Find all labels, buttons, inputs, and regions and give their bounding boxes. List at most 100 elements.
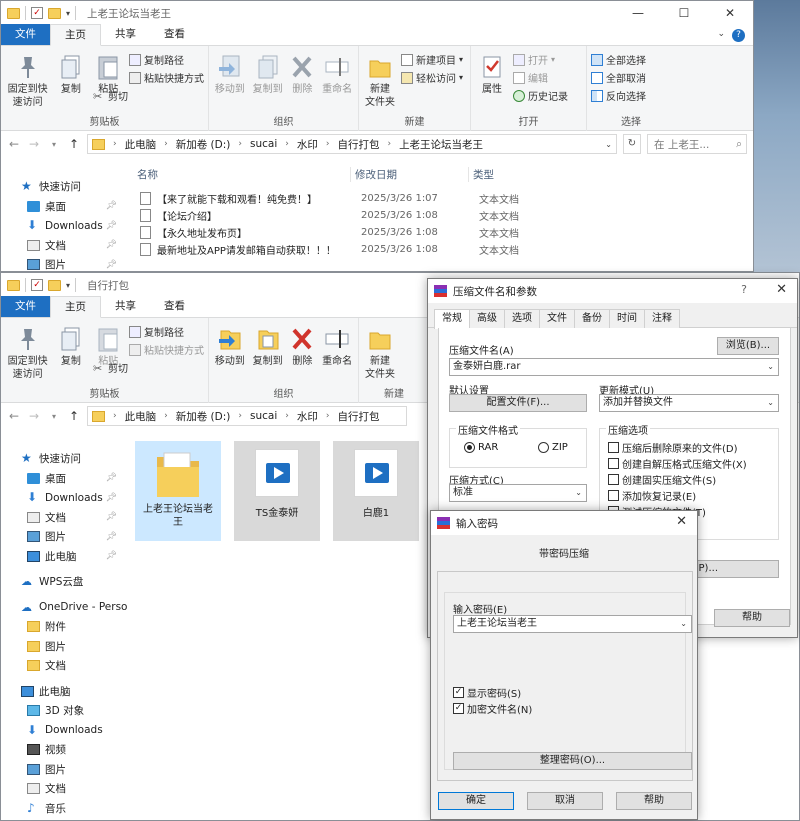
tab-general[interactable]: 常规 xyxy=(434,309,470,329)
column-type[interactable]: 类型 xyxy=(468,166,494,182)
nav-item-videos[interactable]: 视频 xyxy=(1,740,123,760)
minimize-icon[interactable]: — xyxy=(615,1,661,25)
refresh-icon[interactable]: ↻ xyxy=(623,134,641,154)
nav-item-documents[interactable]: 文档 📌︎ xyxy=(1,508,123,528)
tab-share[interactable]: 共享 xyxy=(101,296,150,317)
properties-icon[interactable]: ✓ xyxy=(31,7,43,19)
nav-item-pictures[interactable]: 图片 📌︎ xyxy=(1,527,123,547)
option-checkbox[interactable]: 压缩后删除原来的文件(D) xyxy=(608,440,738,455)
close-icon[interactable]: ✕ xyxy=(676,514,687,529)
history-button[interactable]: 历史记录 xyxy=(513,88,568,103)
new-folder-icon[interactable] xyxy=(48,7,61,19)
show-password-checkbox[interactable]: ✓ 显示密码(S) xyxy=(453,685,521,700)
nav-item-downloads-pc[interactable]: ⬇ Downloads xyxy=(1,721,123,741)
update-mode-select[interactable]: 添加并替换文件 ⌄ xyxy=(599,394,779,412)
address-bar[interactable]: › 此电脑 › 新加卷 (D:) › sucai › 水印 › 自行打包 xyxy=(87,406,407,426)
forward-icon[interactable]: → xyxy=(27,137,41,151)
nav-item-quick-access[interactable]: ★ 快速访问 xyxy=(1,177,123,197)
cancel-button[interactable]: 取消 xyxy=(527,792,603,810)
breadcrumb-item[interactable]: 新加卷 (D:) xyxy=(176,409,231,424)
select-all-button[interactable]: 全部选择 xyxy=(591,52,646,67)
file-row[interactable]: 【论坛介绍】 2025/3/26 1:08 文本文档 xyxy=(140,207,519,224)
method-select[interactable]: 标准 ⌄ xyxy=(449,484,587,502)
recent-dropdown-icon[interactable]: ▾ xyxy=(47,140,61,149)
column-date[interactable]: 修改日期 xyxy=(350,166,468,182)
file-row[interactable]: 【永久地址发布页】 2025/3/26 1:08 文本文档 xyxy=(140,224,519,241)
tab-file[interactable]: 文件 xyxy=(1,296,50,317)
new-item-button[interactable]: 新建项目 ▾ xyxy=(401,52,463,67)
nav-item-onedrive[interactable]: ☁ OneDrive - Perso xyxy=(1,598,127,618)
up-icon[interactable]: ↑ xyxy=(67,137,81,151)
nav-item-downloads[interactable]: ⬇ Downloads 📌︎ xyxy=(1,488,123,508)
tab-advanced[interactable]: 高级 xyxy=(469,309,505,328)
breadcrumb-item[interactable]: 自行打包 xyxy=(337,409,379,424)
forward-icon[interactable]: → xyxy=(27,409,41,423)
nav-item-quick-access[interactable]: ★ 快速访问 xyxy=(1,449,123,469)
paste-shortcut-button[interactable]: 粘贴快捷方式 xyxy=(129,70,204,85)
tab-view[interactable]: 查看 xyxy=(150,24,199,45)
tab-backup[interactable]: 备份 xyxy=(574,309,610,328)
invert-selection-button[interactable]: 反向选择 xyxy=(591,88,646,103)
nav-item-this-pc[interactable]: 此电脑 📌︎ xyxy=(1,547,123,567)
nav-item-pictures[interactable]: 图片 📌︎ xyxy=(1,255,123,271)
paste-shortcut-button[interactable]: 粘贴快捷方式 xyxy=(129,342,204,357)
video-tile[interactable]: 白鹿1 xyxy=(333,441,419,541)
cut-button[interactable]: ✂ 剪切 xyxy=(93,360,204,376)
format-rar-radio[interactable]: RAR xyxy=(464,442,498,453)
nav-item-desktop[interactable]: 桌面 📌︎ xyxy=(1,469,123,489)
archive-name-input[interactable]: 金泰妍白鹿.rar ⌄ xyxy=(449,358,779,376)
tab-time[interactable]: 时间 xyxy=(609,309,645,328)
nav-item-documents-folder[interactable]: 文档 xyxy=(1,656,123,676)
new-folder-icon[interactable] xyxy=(48,279,61,291)
nav-item-wps-cloud[interactable]: ☁ WPS云盘 xyxy=(1,572,123,592)
option-checkbox[interactable]: 添加恢复记录(E) xyxy=(608,488,696,503)
nav-item-desktop[interactable]: 桌面 📌︎ xyxy=(1,197,123,217)
tab-options[interactable]: 选项 xyxy=(504,309,540,328)
nav-item-music[interactable]: ♪ 音乐 xyxy=(1,799,123,819)
help-button[interactable]: 帮助 xyxy=(616,792,692,810)
nav-item-documents[interactable]: 文档 📌︎ xyxy=(1,236,123,256)
select-none-button[interactable]: 全部取消 xyxy=(591,70,646,85)
ribbon-expand-icon[interactable]: ⌄ xyxy=(717,29,725,39)
nav-item-pictures-pc[interactable]: 图片 xyxy=(1,760,123,780)
copy-path-button[interactable]: 复制路径 xyxy=(129,324,204,339)
breadcrumb-item[interactable]: 水印 xyxy=(297,137,318,152)
copy-path-button[interactable]: 复制路径 xyxy=(129,52,204,67)
folder-tile[interactable]: 上老王论坛当老 王 xyxy=(135,441,221,541)
video-tile[interactable]: TS金泰妍 xyxy=(234,441,320,541)
breadcrumb-item[interactable]: 此电脑 xyxy=(125,409,157,424)
nav-item-downloads[interactable]: ⬇ Downloads 📌︎ xyxy=(1,216,123,236)
address-bar[interactable]: › 此电脑 › 新加卷 (D:) › sucai › 水印 › 自行打包 › 上老王论坛当… xyxy=(87,134,617,154)
profiles-button[interactable]: 配置文件(F)... xyxy=(449,394,587,412)
edit-button[interactable]: 编辑 xyxy=(513,70,568,85)
ok-button[interactable]: 确定 xyxy=(438,792,514,810)
help-icon[interactable]: ? xyxy=(741,283,747,296)
encrypt-names-checkbox[interactable]: ✓ 加密文件名(N) xyxy=(453,701,532,716)
tab-view[interactable]: 查看 xyxy=(150,296,199,317)
option-checkbox[interactable]: 创建自解压格式压缩文件(X) xyxy=(608,456,747,471)
file-row[interactable]: 【来了就能下载和观看！纯免费！】 2025/3/26 1:07 文本文档 xyxy=(140,190,519,207)
breadcrumb-item[interactable]: 自行打包 xyxy=(337,137,379,152)
organize-passwords-button[interactable]: 整理密码(O)... xyxy=(453,752,692,770)
breadcrumb-item[interactable]: 上老王论坛当老王 xyxy=(399,137,483,152)
tab-files[interactable]: 文件 xyxy=(539,309,575,328)
maximize-icon[interactable]: ☐ xyxy=(661,1,707,25)
breadcrumb-item[interactable]: 新加卷 (D:) xyxy=(176,137,231,152)
format-zip-radio[interactable]: ZIP xyxy=(538,442,568,453)
option-checkbox[interactable]: 创建固实压缩文件(S) xyxy=(608,472,716,487)
easy-access-button[interactable]: 轻松访问 ▾ xyxy=(401,70,463,85)
tab-home[interactable]: 主页 xyxy=(50,24,101,46)
help-icon[interactable]: ? xyxy=(732,29,745,42)
nav-item-pictures-folder[interactable]: 图片 xyxy=(1,637,123,657)
qat-dropdown-icon[interactable]: ▾ xyxy=(66,9,70,18)
chevron-down-icon[interactable]: ⌄ xyxy=(605,140,612,149)
back-icon[interactable]: ← xyxy=(7,137,21,151)
nav-item-attachments[interactable]: 附件 xyxy=(1,617,123,637)
search-input[interactable]: 在 上老王... ⌕ xyxy=(647,134,747,154)
breadcrumb-item[interactable]: 水印 xyxy=(297,409,318,424)
password-input[interactable]: 上老王论坛当老王 ⌄ xyxy=(453,615,692,633)
cut-button[interactable]: ✂ 剪切 xyxy=(93,88,204,104)
help-button[interactable]: 帮助 xyxy=(714,609,790,627)
close-icon[interactable]: ✕ xyxy=(707,1,753,25)
tab-share[interactable]: 共享 xyxy=(101,24,150,45)
